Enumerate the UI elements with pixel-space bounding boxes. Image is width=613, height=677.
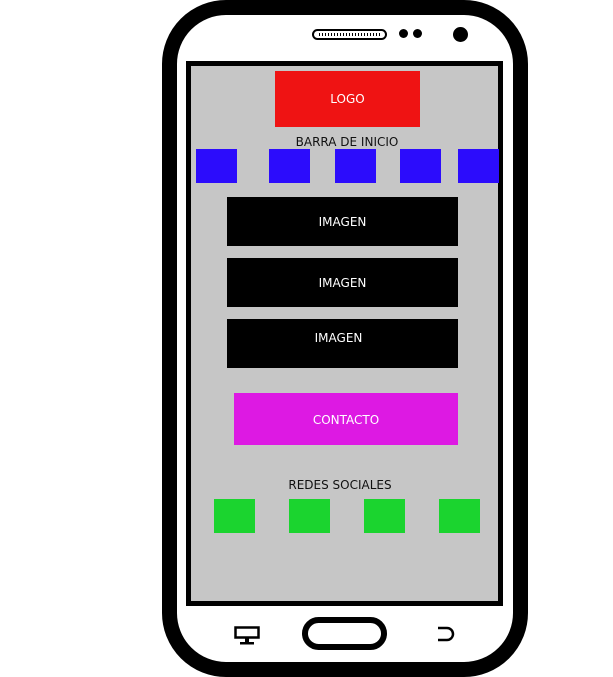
social-button-1[interactable] <box>214 499 255 533</box>
social-button-3[interactable] <box>364 499 405 533</box>
image-placeholder-1: IMAGEN <box>227 197 458 246</box>
back-icon[interactable] <box>435 626 457 642</box>
sensor-dot-left <box>399 29 408 38</box>
image-placeholder-3: IMAGEN <box>227 319 458 368</box>
nav-bar-label: BARRA DE INICIO <box>295 135 399 149</box>
nav-button-4[interactable] <box>400 149 441 183</box>
nav-button-2[interactable] <box>269 149 310 183</box>
image-label: IMAGEN <box>318 275 367 290</box>
image-label: IMAGEN <box>318 214 367 229</box>
logo[interactable]: LOGO <box>275 71 420 127</box>
recent-apps-icon[interactable] <box>234 626 260 646</box>
social-button-4[interactable] <box>439 499 480 533</box>
speaker-icon <box>312 29 387 40</box>
social-button-2[interactable] <box>289 499 330 533</box>
logo-label: LOGO <box>330 92 365 106</box>
image-placeholder-2: IMAGEN <box>227 258 458 307</box>
image-label: IMAGEN <box>314 331 363 345</box>
sensor-dot-right <box>413 29 422 38</box>
contact-button[interactable]: CONTACTO <box>234 393 458 445</box>
home-button[interactable] <box>302 617 387 650</box>
nav-button-3[interactable] <box>335 149 376 183</box>
camera-icon <box>453 27 468 42</box>
nav-button-1[interactable] <box>196 149 237 183</box>
nav-button-5[interactable] <box>458 149 499 183</box>
contact-label: CONTACTO <box>312 413 380 427</box>
social-label: REDES SOCIALES <box>288 478 392 492</box>
